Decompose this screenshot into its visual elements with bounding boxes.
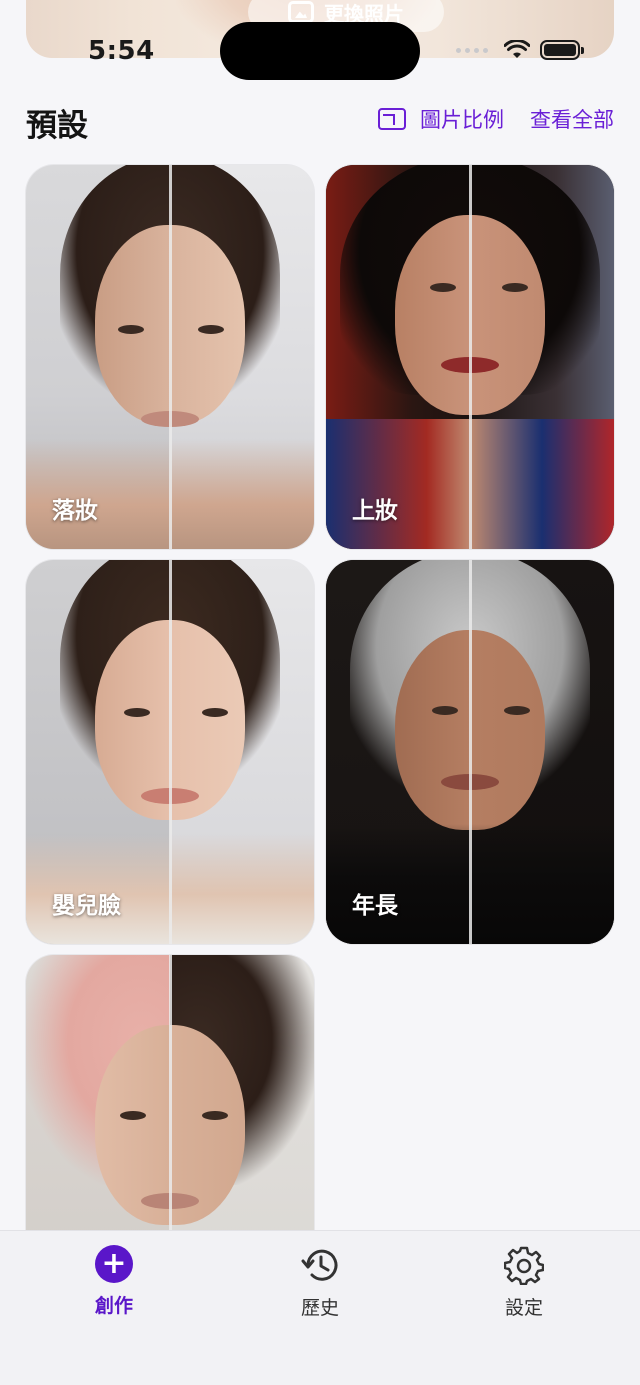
tab-history[interactable]: 歷史 <box>250 1245 390 1320</box>
aspect-ratio-button[interactable]: 圖片比例 <box>420 104 504 134</box>
bottom-tab-bar: + 創作 歷史 設定 <box>0 1230 640 1385</box>
tab-create[interactable]: + 創作 <box>44 1245 184 1318</box>
tab-create-label: 創作 <box>94 1295 133 1317</box>
image-icon <box>288 1 314 23</box>
tab-settings[interactable]: 設定 <box>454 1245 594 1320</box>
gear-icon <box>504 1246 544 1285</box>
signal-dots-icon <box>456 47 488 53</box>
preset-label: 上妝 <box>352 498 398 524</box>
preset-label: 年長 <box>352 893 398 919</box>
dynamic-island <box>220 22 420 80</box>
preset-label: 嬰兒臉 <box>52 893 121 919</box>
compare-divider <box>169 560 172 944</box>
preset-card-no-makeup[interactable]: 落妝 <box>26 165 314 549</box>
status-icons <box>456 40 584 60</box>
compare-divider <box>469 560 472 944</box>
wifi-icon <box>504 40 530 58</box>
preset-card-elderly[interactable]: 年長 <box>326 560 614 944</box>
tab-settings-label: 設定 <box>504 1297 543 1319</box>
presets-header-actions: 圖片比例 查看全部 <box>378 104 614 134</box>
history-icon <box>301 1249 338 1281</box>
battery-icon <box>540 40 584 60</box>
preset-card-makeup[interactable]: 上妝 <box>326 165 614 549</box>
app-screen: 更換照片 5:54 預設 圖片比例 查看全部 落妝 上妝 嬰兒臉 年長 + 創作… <box>0 0 640 1385</box>
compare-divider <box>169 165 172 549</box>
tab-history-label: 歷史 <box>300 1297 339 1319</box>
status-time: 5:54 <box>88 36 155 66</box>
preset-card-baby-face[interactable]: 嬰兒臉 <box>26 560 314 944</box>
presets-title: 預設 <box>26 108 88 144</box>
plus-icon: + <box>95 1245 133 1283</box>
aspect-ratio-icon[interactable] <box>378 108 406 130</box>
compare-divider <box>469 165 472 549</box>
view-all-button[interactable]: 查看全部 <box>530 104 614 134</box>
preset-label: 落妝 <box>52 498 98 524</box>
